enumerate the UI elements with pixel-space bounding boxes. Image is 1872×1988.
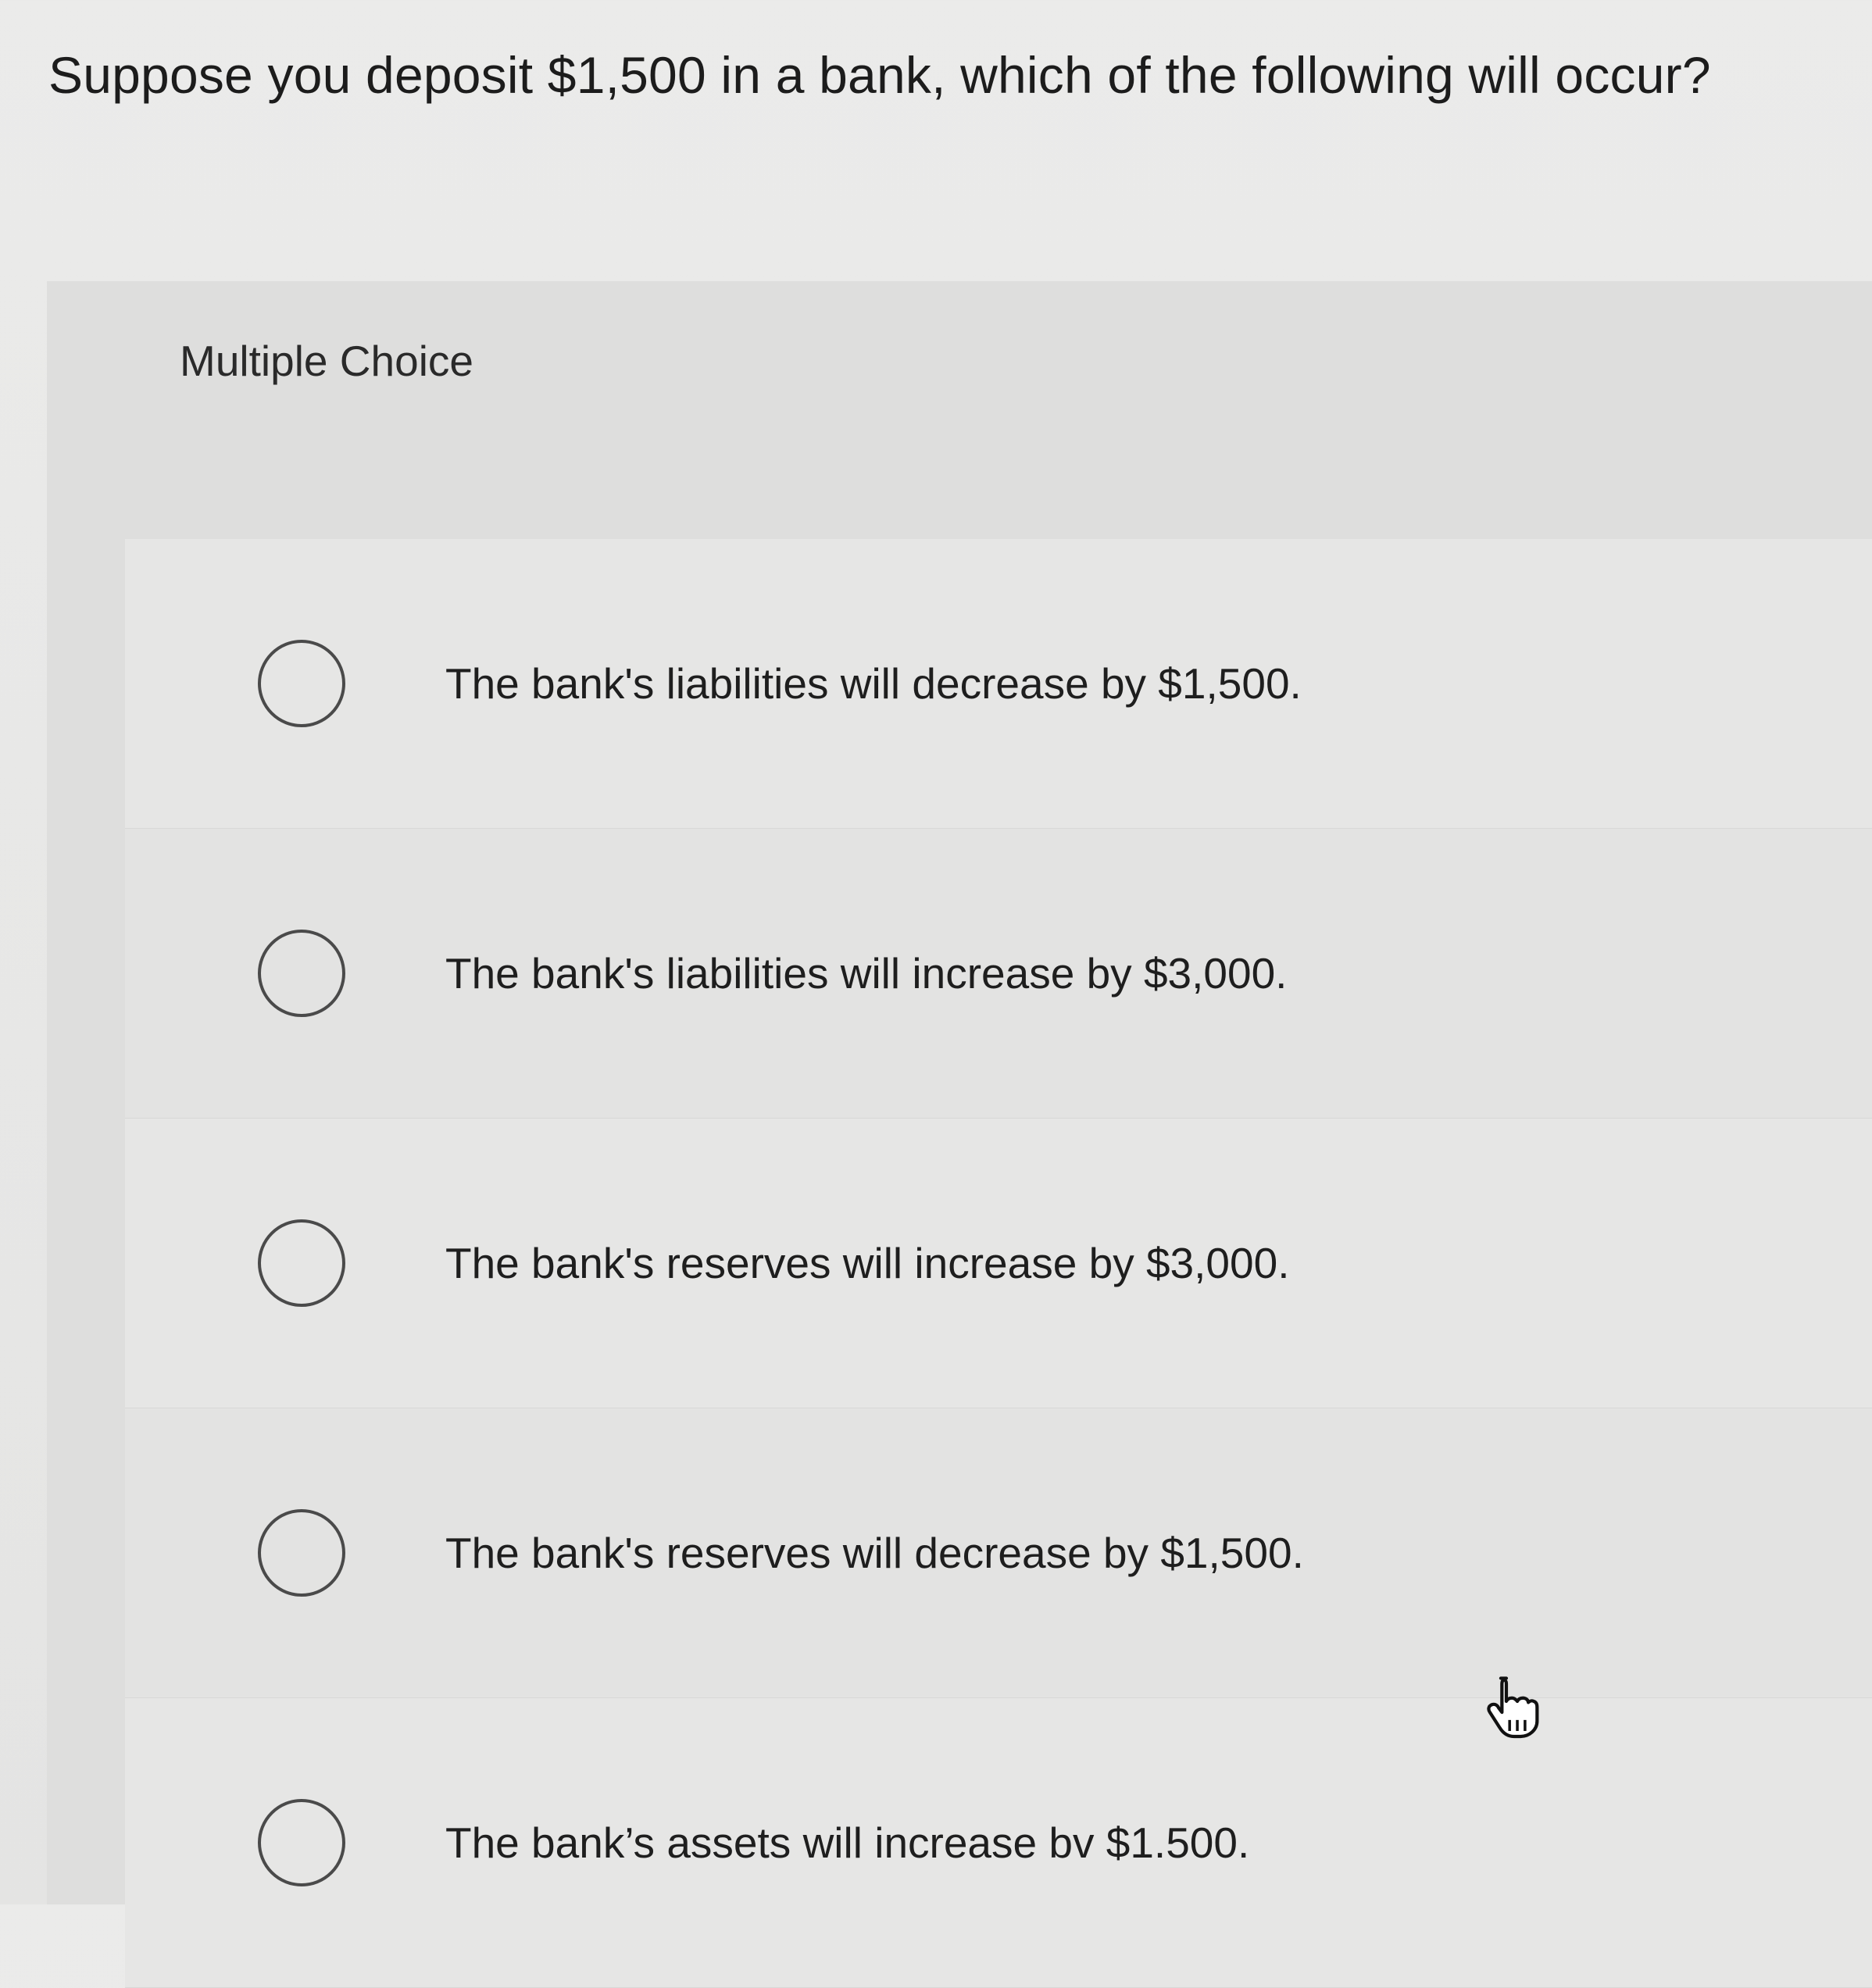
option-label: The bank's reserves will decrease by $1,…: [445, 1529, 1304, 1577]
option-1[interactable]: The bank's liabilities will decrease by …: [125, 539, 1872, 829]
option-label: The bank's reserves will increase by $3,…: [445, 1239, 1290, 1287]
option-label: The bank's liabilities will decrease by …: [445, 659, 1302, 708]
option-4[interactable]: The bank's reserves will decrease by $1,…: [125, 1408, 1872, 1698]
option-label: The bank’s assets will increase bv $1.50…: [445, 1818, 1250, 1867]
option-3[interactable]: The bank's reserves will increase by $3,…: [125, 1119, 1872, 1408]
radio-button-icon[interactable]: [258, 1219, 345, 1307]
radio-button-icon[interactable]: [258, 1799, 345, 1886]
radio-button-icon[interactable]: [258, 930, 345, 1017]
hand-pointer-icon: [1487, 1676, 1539, 1739]
question-text: Suppose you deposit $1,500 in a bank, wh…: [48, 46, 1711, 104]
option-label: The bank's liabilities will increase by …: [445, 949, 1288, 998]
option-5[interactable]: The bank’s assets will increase bv $1.50…: [125, 1698, 1872, 1988]
multiple-choice-label: Multiple Choice: [180, 337, 474, 385]
option-2[interactable]: The bank's liabilities will increase by …: [125, 829, 1872, 1119]
radio-button-icon[interactable]: [258, 1509, 345, 1597]
options-list: The bank's liabilities will decrease by …: [125, 539, 1872, 1988]
radio-button-icon[interactable]: [258, 640, 345, 727]
multiple-choice-panel: Multiple Choice The bank's liabilities w…: [47, 281, 1872, 1988]
